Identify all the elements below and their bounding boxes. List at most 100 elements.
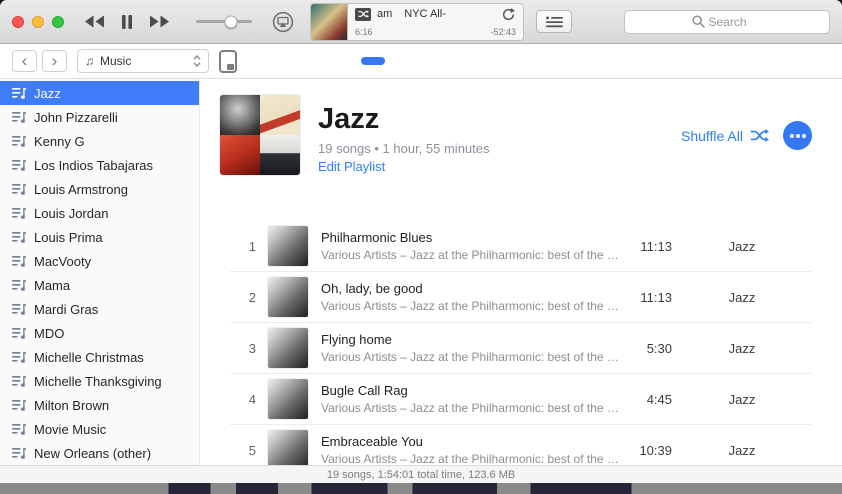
song-title: Flying home bbox=[321, 332, 392, 347]
song-genre: Jazz bbox=[728, 442, 756, 458]
sidebar-item[interactable]: MDO bbox=[0, 321, 199, 345]
sidebar-item[interactable]: Movie Music bbox=[0, 417, 199, 441]
sidebar-item[interactable]: Los Indios Tabajaras bbox=[0, 153, 199, 177]
song-title: Oh, lady, be good bbox=[321, 281, 423, 296]
shuffle-all-button[interactable]: Shuffle All bbox=[681, 128, 769, 144]
fast-forward-button[interactable] bbox=[149, 15, 170, 28]
sidebar-item-label: MacVooty bbox=[34, 253, 92, 269]
sidebar-item-label: Louis Armstrong bbox=[34, 181, 128, 197]
toolbar: am NYC All- 6:16 -52:43 bbox=[0, 0, 842, 44]
artwork-tile bbox=[260, 135, 300, 175]
more-button[interactable] bbox=[783, 121, 812, 150]
playlist-icon bbox=[12, 135, 26, 148]
song-duration: 5:30 bbox=[646, 340, 672, 356]
playlist-icon bbox=[12, 255, 26, 268]
rewind-button[interactable] bbox=[84, 15, 105, 28]
window-body: Jazz John Pizzarelli Kenny G Los Indios … bbox=[0, 79, 842, 465]
nav-tab[interactable] bbox=[361, 57, 385, 65]
sidebar-item[interactable]: Louis Armstrong bbox=[0, 177, 199, 201]
nav-tabs bbox=[361, 44, 521, 78]
sidebar-item[interactable]: Louis Prima bbox=[0, 225, 199, 249]
minimize-button[interactable] bbox=[32, 15, 44, 28]
song-list: 1 Philharmonic Blues Various Artists – J… bbox=[230, 221, 812, 465]
sidebar-item-label: Mama bbox=[34, 277, 71, 293]
song-title: Bugle Call Rag bbox=[321, 383, 408, 398]
now-playing-widget[interactable]: am NYC All- 6:16 -52:43 bbox=[310, 2, 524, 41]
sidebar-item[interactable]: Jazz bbox=[0, 81, 199, 105]
song-duration: 11:13 bbox=[640, 238, 672, 254]
airplay-button[interactable] bbox=[272, 11, 294, 33]
sidebar-item[interactable]: Kenny G bbox=[0, 129, 199, 153]
sidebar-item[interactable]: New Orleans (other) bbox=[0, 441, 199, 465]
volume-knob[interactable] bbox=[224, 15, 238, 28]
playlist-icon bbox=[12, 399, 26, 412]
close-button[interactable] bbox=[12, 15, 24, 28]
song-artwork bbox=[268, 430, 308, 465]
sidebar-item[interactable]: Milton Brown bbox=[0, 393, 199, 417]
artwork-tile bbox=[220, 95, 260, 135]
search-icon bbox=[691, 15, 705, 28]
playlist-icon bbox=[12, 303, 26, 316]
sidebar-item-label: Kenny G bbox=[34, 133, 85, 149]
zoom-button[interactable] bbox=[52, 15, 64, 28]
back-button[interactable]: ‹ bbox=[12, 50, 37, 72]
sidebar-item[interactable]: Michelle Thanksgiving bbox=[0, 369, 199, 393]
shuffle-badge-icon bbox=[355, 7, 371, 21]
sidebar-item-label: John Pizzarelli bbox=[34, 109, 118, 125]
playlist-icon bbox=[12, 423, 26, 436]
now-playing-info: am NYC All- 6:16 -52:43 bbox=[348, 4, 523, 40]
song-artist: Various Artists – Jazz at the Philharmon… bbox=[321, 299, 620, 313]
search-field[interactable] bbox=[624, 9, 830, 34]
nav-tab[interactable] bbox=[395, 57, 419, 65]
artwork-tile bbox=[260, 95, 300, 135]
sidebar-item[interactable]: Mama bbox=[0, 273, 199, 297]
song-genre: Jazz bbox=[728, 238, 756, 254]
sidebar-item[interactable]: MacVooty bbox=[0, 249, 199, 273]
nav-tab[interactable] bbox=[497, 57, 521, 65]
song-artwork bbox=[268, 226, 308, 266]
sidebar-item-label: Milton Brown bbox=[34, 397, 110, 413]
elapsed-time: 6:16 bbox=[355, 26, 373, 37]
playlist-icon bbox=[12, 183, 26, 196]
chevron-updown-icon bbox=[193, 55, 201, 67]
sidebar-item-label: Michelle Christmas bbox=[34, 349, 144, 365]
pause-button[interactable] bbox=[121, 14, 133, 29]
song-text: Bugle Call Rag Various Artists – Jazz at… bbox=[321, 383, 620, 415]
song-row[interactable]: 4 Bugle Call Rag Various Artists – Jazz … bbox=[230, 374, 812, 425]
miniplayer-button[interactable] bbox=[219, 49, 237, 73]
sidebar-item-label: MDO bbox=[34, 325, 65, 341]
song-row[interactable]: 3 Flying home Various Artists – Jazz at … bbox=[230, 323, 812, 374]
playlist-info: Jazz 19 songs • 1 hour, 55 minutes Edit … bbox=[318, 95, 490, 176]
search-input[interactable] bbox=[708, 14, 763, 29]
up-next-icon bbox=[545, 16, 563, 27]
song-genre: Jazz bbox=[728, 289, 756, 305]
volume-track[interactable] bbox=[196, 15, 252, 28]
song-row[interactable]: 5 Embraceable You Various Artists – Jazz… bbox=[230, 425, 812, 465]
song-row[interactable]: 2 Oh, lady, be good Various Artists – Ja… bbox=[230, 272, 812, 323]
sidebar-item[interactable]: Louis Jordan bbox=[0, 201, 199, 225]
repeat-icon[interactable] bbox=[501, 7, 516, 21]
sidebar-item-label: Los Indios Tabajaras bbox=[34, 157, 154, 173]
nav-tab[interactable] bbox=[429, 57, 453, 65]
remaining-time: -52:43 bbox=[490, 26, 516, 37]
nav-tab[interactable] bbox=[463, 57, 487, 65]
sidebar-item[interactable]: Mardi Gras bbox=[0, 297, 199, 321]
main-content: Jazz 19 songs • 1 hour, 55 minutes Edit … bbox=[200, 79, 842, 465]
song-text: Philharmonic Blues Various Artists – Jaz… bbox=[321, 230, 620, 262]
playlist-meta: 19 songs • 1 hour, 55 minutes bbox=[318, 141, 490, 156]
song-number: 3 bbox=[248, 340, 256, 356]
song-title: Embraceable You bbox=[321, 434, 423, 449]
forward-button[interactable]: › bbox=[42, 50, 67, 72]
volume-slider[interactable] bbox=[196, 15, 252, 28]
now-playing-artwork bbox=[311, 3, 348, 40]
itunes-window: am NYC All- 6:16 -52:43 ‹ › bbox=[0, 0, 842, 494]
edit-playlist-link[interactable]: Edit Playlist bbox=[318, 159, 385, 174]
song-row[interactable]: 1 Philharmonic Blues Various Artists – J… bbox=[230, 221, 812, 272]
sidebar-item-label: Jazz bbox=[34, 85, 61, 101]
up-next-button[interactable] bbox=[536, 10, 572, 33]
song-title: Philharmonic Blues bbox=[321, 230, 433, 245]
sidebar-item[interactable]: John Pizzarelli bbox=[0, 105, 199, 129]
media-picker[interactable]: ♫ Music bbox=[77, 49, 209, 73]
sidebar-item[interactable]: Michelle Christmas bbox=[0, 345, 199, 369]
sidebar-item-label: Michelle Thanksgiving bbox=[34, 373, 162, 389]
